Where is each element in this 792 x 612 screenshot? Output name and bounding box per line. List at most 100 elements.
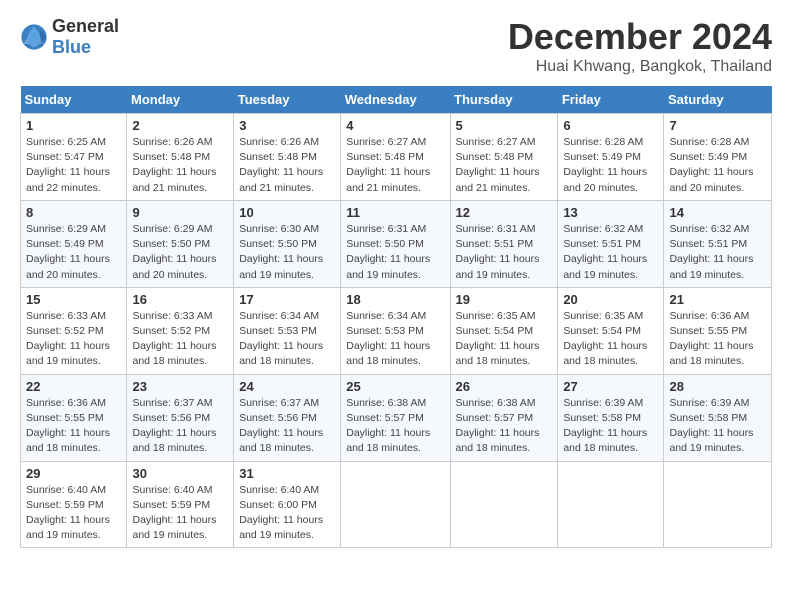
day-number: 29	[26, 466, 121, 481]
header-thursday: Thursday	[450, 86, 558, 114]
calendar-cell: 6 Sunrise: 6:28 AM Sunset: 5:49 PM Daylig…	[558, 114, 664, 201]
calendar-cell: 22 Sunrise: 6:36 AM Sunset: 5:55 PM Dayli…	[21, 374, 127, 461]
day-info: Sunrise: 6:26 AM Sunset: 5:48 PM Dayligh…	[239, 135, 335, 196]
day-number: 17	[239, 292, 335, 307]
day-info: Sunrise: 6:34 AM Sunset: 5:53 PM Dayligh…	[346, 309, 444, 370]
day-number: 25	[346, 379, 444, 394]
calendar-cell: 13 Sunrise: 6:32 AM Sunset: 5:51 PM Dayli…	[558, 200, 664, 287]
calendar-cell: 26 Sunrise: 6:38 AM Sunset: 5:57 PM Dayli…	[450, 374, 558, 461]
day-number: 26	[456, 379, 553, 394]
calendar-week-4: 22 Sunrise: 6:36 AM Sunset: 5:55 PM Dayli…	[21, 374, 772, 461]
page-header: General Blue December 2024 Huai Khwang, …	[20, 16, 772, 76]
calendar-cell: 1 Sunrise: 6:25 AM Sunset: 5:47 PM Daylig…	[21, 114, 127, 201]
day-info: Sunrise: 6:35 AM Sunset: 5:54 PM Dayligh…	[563, 309, 658, 370]
day-number: 21	[669, 292, 766, 307]
day-info: Sunrise: 6:38 AM Sunset: 5:57 PM Dayligh…	[346, 396, 444, 457]
calendar-cell: 9 Sunrise: 6:29 AM Sunset: 5:50 PM Daylig…	[127, 200, 234, 287]
day-info: Sunrise: 6:32 AM Sunset: 5:51 PM Dayligh…	[563, 222, 658, 283]
calendar-cell: 19 Sunrise: 6:35 AM Sunset: 5:54 PM Dayli…	[450, 287, 558, 374]
calendar-cell: 4 Sunrise: 6:27 AM Sunset: 5:48 PM Daylig…	[341, 114, 450, 201]
day-number: 14	[669, 205, 766, 220]
calendar-table: SundayMondayTuesdayWednesdayThursdayFrid…	[20, 86, 772, 548]
day-info: Sunrise: 6:36 AM Sunset: 5:55 PM Dayligh…	[669, 309, 766, 370]
calendar-cell: 3Sunrise: 6:26 AM Sunset: 5:48 PM Daylig…	[234, 114, 341, 201]
day-number: 12	[456, 205, 553, 220]
day-info: Sunrise: 6:27 AM Sunset: 5:48 PM Dayligh…	[456, 135, 553, 196]
calendar-cell: 11 Sunrise: 6:31 AM Sunset: 5:50 PM Dayli…	[341, 200, 450, 287]
day-number: 27	[563, 379, 658, 394]
day-number: 16	[132, 292, 228, 307]
calendar-cell: 7Sunrise: 6:28 AM Sunset: 5:49 PM Daylig…	[664, 114, 772, 201]
day-number: 1	[26, 118, 121, 133]
calendar-cell: 27 Sunrise: 6:39 AM Sunset: 5:58 PM Dayli…	[558, 374, 664, 461]
header-friday: Friday	[558, 86, 664, 114]
day-number: 22	[26, 379, 121, 394]
location-title: Huai Khwang, Bangkok, Thailand	[508, 58, 772, 76]
day-info: Sunrise: 6:39 AM Sunset: 5:58 PM Dayligh…	[563, 396, 658, 457]
logo-icon	[20, 23, 48, 51]
calendar-cell	[450, 461, 558, 548]
header-monday: Monday	[127, 86, 234, 114]
day-info: Sunrise: 6:40 AM Sunset: 5:59 PM Dayligh…	[26, 483, 121, 544]
calendar-cell: 2Sunrise: 6:26 AM Sunset: 5:48 PM Daylig…	[127, 114, 234, 201]
calendar-cell: 31 Sunrise: 6:40 AM Sunset: 6:00 PM Dayli…	[234, 461, 341, 548]
calendar-cell: 15Sunrise: 6:33 AM Sunset: 5:52 PM Dayli…	[21, 287, 127, 374]
day-info: Sunrise: 6:31 AM Sunset: 5:51 PM Dayligh…	[456, 222, 553, 283]
calendar-cell: 23 Sunrise: 6:37 AM Sunset: 5:56 PM Dayli…	[127, 374, 234, 461]
day-info: Sunrise: 6:25 AM Sunset: 5:47 PM Dayligh…	[26, 135, 121, 196]
calendar-cell: 12 Sunrise: 6:31 AM Sunset: 5:51 PM Dayli…	[450, 200, 558, 287]
day-number: 30	[132, 466, 228, 481]
calendar-cell: 8Sunrise: 6:29 AM Sunset: 5:49 PM Daylig…	[21, 200, 127, 287]
title-section: December 2024 Huai Khwang, Bangkok, Thai…	[508, 16, 772, 76]
day-info: Sunrise: 6:29 AM Sunset: 5:49 PM Dayligh…	[26, 222, 121, 283]
calendar-cell	[558, 461, 664, 548]
day-info: Sunrise: 6:31 AM Sunset: 5:50 PM Dayligh…	[346, 222, 444, 283]
calendar-cell: 25 Sunrise: 6:38 AM Sunset: 5:57 PM Dayli…	[341, 374, 450, 461]
calendar-cell: 21 Sunrise: 6:36 AM Sunset: 5:55 PM Dayli…	[664, 287, 772, 374]
day-number: 4	[346, 118, 444, 133]
day-info: Sunrise: 6:30 AM Sunset: 5:50 PM Dayligh…	[239, 222, 335, 283]
header-sunday: Sunday	[21, 86, 127, 114]
calendar-week-5: 29 Sunrise: 6:40 AM Sunset: 5:59 PM Dayli…	[21, 461, 772, 548]
day-info: Sunrise: 6:32 AM Sunset: 5:51 PM Dayligh…	[669, 222, 766, 283]
day-number: 6	[563, 118, 658, 133]
day-number: 2	[132, 118, 228, 133]
calendar-cell: 30 Sunrise: 6:40 AM Sunset: 5:59 PM Dayli…	[127, 461, 234, 548]
day-info: Sunrise: 6:28 AM Sunset: 5:49 PM Dayligh…	[669, 135, 766, 196]
day-info: Sunrise: 6:36 AM Sunset: 5:55 PM Dayligh…	[26, 396, 121, 457]
calendar-cell: 28Sunrise: 6:39 AM Sunset: 5:58 PM Dayli…	[664, 374, 772, 461]
day-info: Sunrise: 6:35 AM Sunset: 5:54 PM Dayligh…	[456, 309, 553, 370]
day-info: Sunrise: 6:37 AM Sunset: 5:56 PM Dayligh…	[239, 396, 335, 457]
day-info: Sunrise: 6:37 AM Sunset: 5:56 PM Dayligh…	[132, 396, 228, 457]
calendar-cell	[341, 461, 450, 548]
day-info: Sunrise: 6:38 AM Sunset: 5:57 PM Dayligh…	[456, 396, 553, 457]
calendar-cell: 18 Sunrise: 6:34 AM Sunset: 5:53 PM Dayli…	[341, 287, 450, 374]
day-number: 10	[239, 205, 335, 220]
calendar-cell: 16Sunrise: 6:33 AM Sunset: 5:52 PM Dayli…	[127, 287, 234, 374]
day-number: 20	[563, 292, 658, 307]
day-number: 5	[456, 118, 553, 133]
day-info: Sunrise: 6:34 AM Sunset: 5:53 PM Dayligh…	[239, 309, 335, 370]
logo-blue: Blue	[52, 37, 91, 57]
calendar-week-3: 15Sunrise: 6:33 AM Sunset: 5:52 PM Dayli…	[21, 287, 772, 374]
calendar-cell: 20 Sunrise: 6:35 AM Sunset: 5:54 PM Dayli…	[558, 287, 664, 374]
day-number: 11	[346, 205, 444, 220]
calendar-week-1: 1 Sunrise: 6:25 AM Sunset: 5:47 PM Daylig…	[21, 114, 772, 201]
header-tuesday: Tuesday	[234, 86, 341, 114]
day-number: 9	[132, 205, 228, 220]
logo-general: General	[52, 16, 119, 36]
day-info: Sunrise: 6:40 AM Sunset: 6:00 PM Dayligh…	[239, 483, 335, 544]
day-number: 31	[239, 466, 335, 481]
calendar-header-row: SundayMondayTuesdayWednesdayThursdayFrid…	[21, 86, 772, 114]
day-info: Sunrise: 6:27 AM Sunset: 5:48 PM Dayligh…	[346, 135, 444, 196]
day-number: 23	[132, 379, 228, 394]
day-info: Sunrise: 6:40 AM Sunset: 5:59 PM Dayligh…	[132, 483, 228, 544]
day-info: Sunrise: 6:33 AM Sunset: 5:52 PM Dayligh…	[26, 309, 121, 370]
day-info: Sunrise: 6:29 AM Sunset: 5:50 PM Dayligh…	[132, 222, 228, 283]
day-number: 19	[456, 292, 553, 307]
header-wednesday: Wednesday	[341, 86, 450, 114]
day-info: Sunrise: 6:28 AM Sunset: 5:49 PM Dayligh…	[563, 135, 658, 196]
day-number: 18	[346, 292, 444, 307]
calendar-cell	[664, 461, 772, 548]
day-number: 13	[563, 205, 658, 220]
